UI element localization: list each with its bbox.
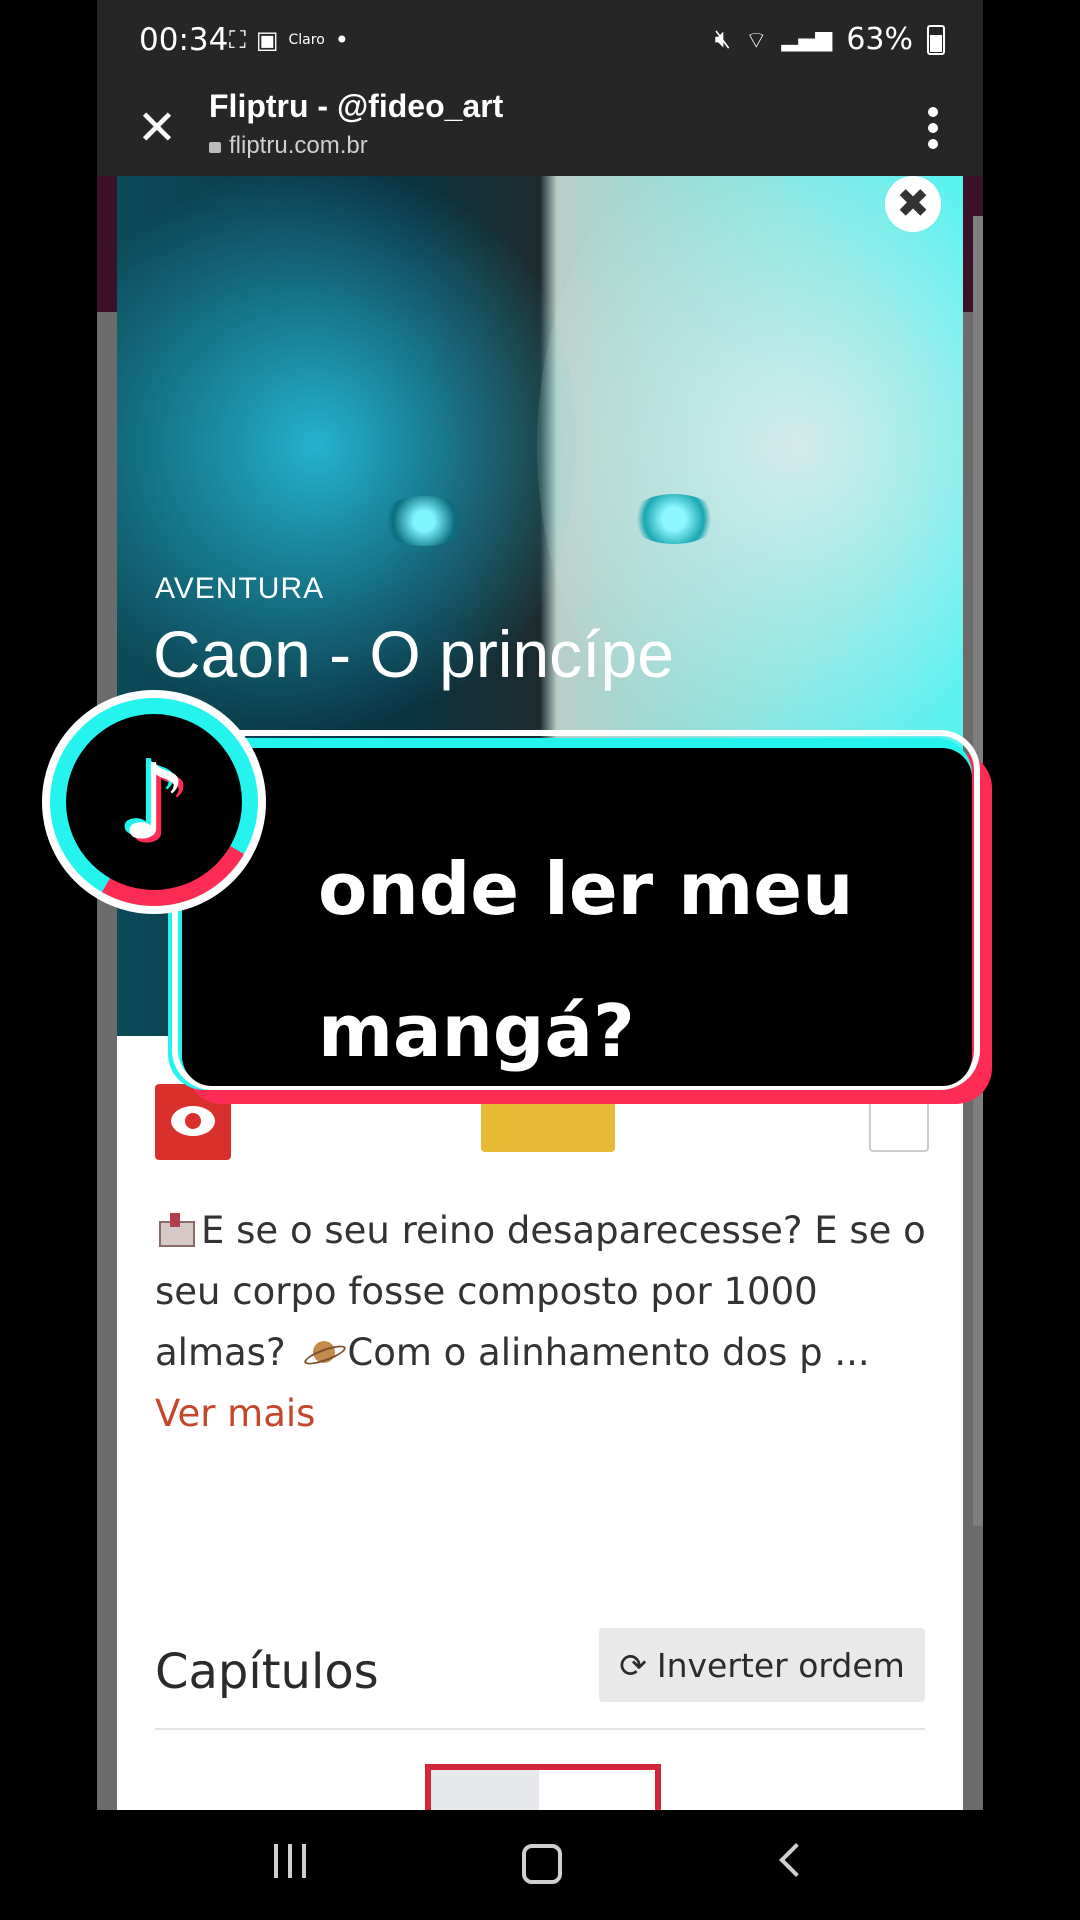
battery-icon <box>927 24 945 55</box>
close-tab-icon[interactable]: ✕ <box>127 98 187 158</box>
recent-apps-icon[interactable] <box>274 1844 306 1878</box>
tiktok-logo-icon: ♪ <box>42 690 266 914</box>
planet-emoji-icon <box>303 1339 341 1367</box>
lock-icon <box>209 142 221 153</box>
screenshot-icon: ⛶ <box>229 26 246 54</box>
wifi-icon: ⌔ <box>744 25 768 54</box>
chapters-heading: Capítulos <box>155 1644 379 1700</box>
divider <box>155 1728 925 1730</box>
manga-title: Caon - O princípe <box>153 617 674 691</box>
castle-emoji-icon <box>155 1211 195 1247</box>
refresh-icon: ⟳ <box>619 1645 647 1685</box>
page-title: Fliptru - @fideo_art <box>209 88 504 124</box>
status-time: 00:34 <box>139 22 229 58</box>
invert-order-button[interactable]: ⟳ Inverter ordem <box>599 1628 925 1702</box>
browser-toolbar: ✕ Fliptru - @fideo_art fliptru.com.br <box>97 84 983 176</box>
overlay-caption: onde ler meu mangá? <box>318 847 854 1073</box>
modal-close-icon[interactable]: ✖ <box>885 176 941 232</box>
battery-percent: 63% <box>846 22 913 57</box>
music-note-icon: ♪ <box>120 741 188 863</box>
manga-description: E se o seu reino desaparecesse? E se o s… <box>155 1209 926 1435</box>
carrier-label: Claro <box>288 32 325 48</box>
gallery-icon: ▣ <box>255 26 279 54</box>
signal-icon: ▂▄▆ <box>781 27 833 52</box>
url-bar[interactable]: fliptru.com.br <box>209 132 368 160</box>
invert-order-label: Inverter ordem <box>656 1645 905 1685</box>
caption-overlay: onde ler meu mangá? <box>168 730 998 1120</box>
status-notification-icons: ⛶ ▣ Claro • <box>229 26 349 54</box>
status-right-icons: 🔇︎ ⌔ ▂▄▆ 63% <box>715 22 945 57</box>
status-bar: 00:34 ⛶ ▣ Claro • 🔇︎ ⌔ ▂▄▆ 63% <box>97 0 983 84</box>
see-more-link[interactable]: Ver mais <box>155 1392 315 1435</box>
manga-genre: AVENTURA <box>155 572 325 605</box>
url-text: fliptru.com.br <box>229 132 368 159</box>
chapter-thumbnail[interactable] <box>425 1764 661 1810</box>
system-nav-bar <box>0 1810 1080 1920</box>
home-icon[interactable] <box>522 1844 562 1884</box>
mute-icon: 🔇︎ <box>714 24 731 54</box>
dot-icon: • <box>334 26 349 54</box>
back-icon[interactable] <box>779 1843 813 1877</box>
more-options-icon[interactable] <box>923 102 943 158</box>
